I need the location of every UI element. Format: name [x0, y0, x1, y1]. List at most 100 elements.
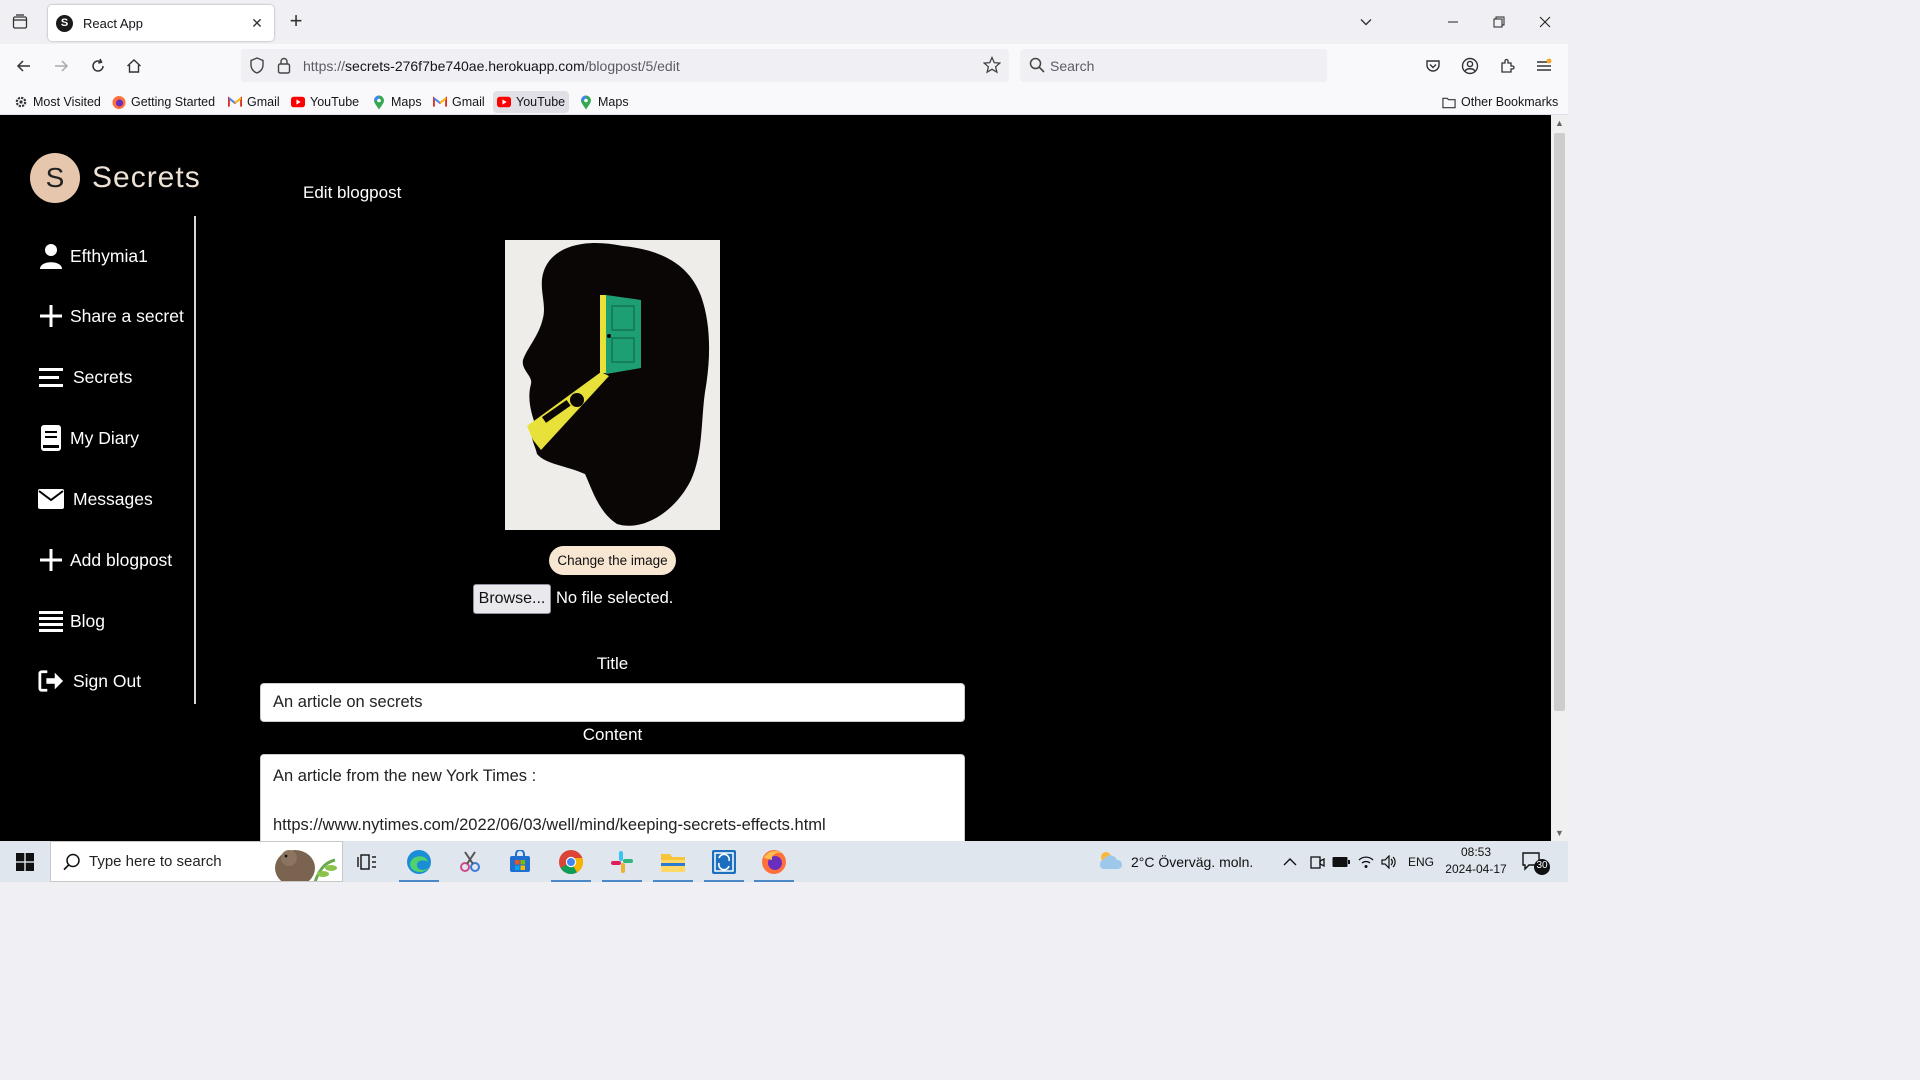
- firefox-icon[interactable]: [750, 841, 798, 882]
- show-hidden-icons-icon[interactable]: [1283, 841, 1297, 882]
- plus-icon: [38, 547, 64, 573]
- bookmark-star-icon[interactable]: [982, 55, 1002, 79]
- address-bar[interactable]: https://secrets-276f7be740ae.herokuapp.c…: [241, 49, 1009, 82]
- close-tab-icon[interactable]: ✕: [248, 15, 266, 32]
- scroll-down-icon[interactable]: ▼: [1551, 825, 1568, 841]
- scroll-up-icon[interactable]: ▲: [1551, 115, 1568, 131]
- title-input[interactable]: An article on secrets: [260, 683, 965, 722]
- list-icon: [38, 608, 64, 634]
- account-icon[interactable]: [1458, 54, 1482, 78]
- sidebar-item-my-diary[interactable]: My Diary: [38, 421, 139, 455]
- content-textarea[interactable]: An article from the new York Times : htt…: [260, 754, 965, 841]
- app-logo[interactable]: S Secrets: [30, 153, 201, 203]
- other-bookmarks[interactable]: Other Bookmarks: [1438, 91, 1562, 113]
- store-icon[interactable]: [496, 841, 544, 882]
- bookmark-gmail-2[interactable]: Gmail: [429, 91, 489, 113]
- pocket-icon[interactable]: [1421, 54, 1445, 78]
- snipping-tool-icon[interactable]: [446, 841, 494, 882]
- remote-desktop-icon[interactable]: [700, 841, 748, 882]
- page-content: S Secrets Efthymia1 Share a secret Secre…: [0, 115, 1551, 841]
- volume-icon[interactable]: [1381, 841, 1397, 882]
- bookmark-maps-2[interactable]: Maps: [575, 91, 633, 113]
- sidebar-item-messages[interactable]: Messages: [38, 482, 153, 516]
- sidebar-divider: [194, 216, 196, 704]
- youtube-icon: [291, 95, 305, 109]
- battery-icon[interactable]: [1332, 841, 1350, 882]
- slack-icon[interactable]: [598, 841, 646, 882]
- windows-start-icon[interactable]: [0, 841, 50, 882]
- scrollbar-thumb[interactable]: [1554, 133, 1565, 711]
- title-label: Title: [596, 654, 629, 673]
- content-line: [273, 789, 952, 814]
- file-explorer-icon[interactable]: [649, 841, 697, 882]
- search-bar[interactable]: Search: [1020, 49, 1327, 82]
- task-view-icon[interactable]: [343, 841, 391, 882]
- change-image-button[interactable]: Change the image: [549, 546, 676, 575]
- gmail-icon: [228, 95, 242, 109]
- blogpost-image: [505, 240, 720, 530]
- windows-taskbar: Type here to search 2°C Överväg. moln. E…: [0, 841, 1568, 882]
- search-highlight-icon: [265, 842, 342, 881]
- back-arrow-icon[interactable]: [12, 54, 36, 78]
- sidebar-item-share-secret[interactable]: Share a secret: [38, 299, 184, 333]
- home-icon[interactable]: [122, 54, 146, 78]
- notification-center-icon[interactable]: 30: [1520, 849, 1554, 875]
- bookmarks-toolbar: Most Visited Getting Started Gmail YouTu…: [0, 88, 1568, 115]
- meet-now-icon[interactable]: [1309, 841, 1325, 882]
- browser-tab-active[interactable]: S React App ✕: [48, 5, 274, 41]
- content-line: https://www.nytimes.com/2022/06/03/well/…: [273, 816, 826, 834]
- firefox-icon: [112, 95, 126, 109]
- reload-icon[interactable]: [86, 54, 110, 78]
- sidebar-item-secrets[interactable]: Secrets: [38, 360, 132, 394]
- sidebar-item-add-blogpost[interactable]: Add blogpost: [38, 543, 172, 577]
- weather-widget[interactable]: 2°C Överväg. moln.: [1097, 841, 1253, 882]
- folder-icon: [1442, 95, 1456, 109]
- content-label: Content: [582, 725, 643, 744]
- bookmark-maps[interactable]: Maps: [368, 91, 426, 113]
- restore-window-button[interactable]: [1476, 0, 1522, 44]
- chevron-down-icon[interactable]: [1354, 10, 1378, 34]
- tab-title: React App: [83, 15, 143, 31]
- url-text[interactable]: https://secrets-276f7be740ae.herokuapp.c…: [303, 58, 680, 74]
- content-line: An article from the new York Times :: [273, 767, 537, 785]
- minimize-window-button[interactable]: [1430, 0, 1476, 44]
- sidebar-item-sign-out[interactable]: Sign Out: [38, 664, 141, 698]
- envelope-icon: [38, 486, 64, 512]
- chrome-icon[interactable]: [547, 841, 595, 882]
- taskbar-search-box[interactable]: Type here to search: [50, 841, 343, 882]
- menu-hamburger-icon[interactable]: [1532, 54, 1556, 78]
- new-tab-button[interactable]: +: [284, 10, 308, 34]
- search-icon: [63, 853, 81, 876]
- user-icon: [38, 243, 64, 269]
- tab-list-icon[interactable]: [8, 10, 32, 34]
- shield-icon[interactable]: [249, 57, 265, 79]
- sidebar-item-profile[interactable]: Efthymia1: [38, 239, 148, 273]
- logo-text: Secrets: [92, 161, 201, 194]
- extensions-icon[interactable]: [1495, 54, 1519, 78]
- gmail-icon: [433, 95, 447, 109]
- search-icon: [1029, 57, 1045, 78]
- bookmark-getting-started[interactable]: Getting Started: [108, 91, 219, 113]
- language-indicator[interactable]: ENG: [1408, 841, 1434, 882]
- bookmark-most-visited[interactable]: Most Visited: [10, 91, 105, 113]
- cloud-icon: [1097, 850, 1123, 873]
- logo-circle: S: [30, 153, 80, 203]
- forward-arrow-icon[interactable]: [49, 54, 73, 78]
- lock-icon[interactable]: [277, 57, 291, 79]
- maps-icon: [579, 95, 593, 109]
- wifi-icon[interactable]: [1358, 841, 1374, 882]
- sidebar-item-blog[interactable]: Blog: [38, 604, 105, 638]
- browser-navigation-bar: https://secrets-276f7be740ae.herokuapp.c…: [0, 44, 1568, 88]
- taskbar-search-placeholder: Type here to search: [89, 853, 222, 870]
- bookmark-youtube[interactable]: YouTube: [287, 91, 363, 113]
- bookmark-gmail[interactable]: Gmail: [224, 91, 284, 113]
- page-scrollbar[interactable]: ▲ ▼: [1551, 115, 1568, 841]
- close-window-button[interactable]: [1522, 0, 1568, 44]
- sign-out-icon: [38, 668, 64, 694]
- list-icon: [38, 364, 64, 390]
- bookmark-youtube-2[interactable]: YouTube: [493, 91, 570, 113]
- edge-icon[interactable]: [395, 841, 443, 882]
- browser-tab-bar: S React App ✕ +: [0, 0, 1568, 44]
- browse-file-button[interactable]: Browse...: [473, 584, 551, 614]
- taskbar-clock[interactable]: 08:53 2024-04-17: [1445, 844, 1507, 878]
